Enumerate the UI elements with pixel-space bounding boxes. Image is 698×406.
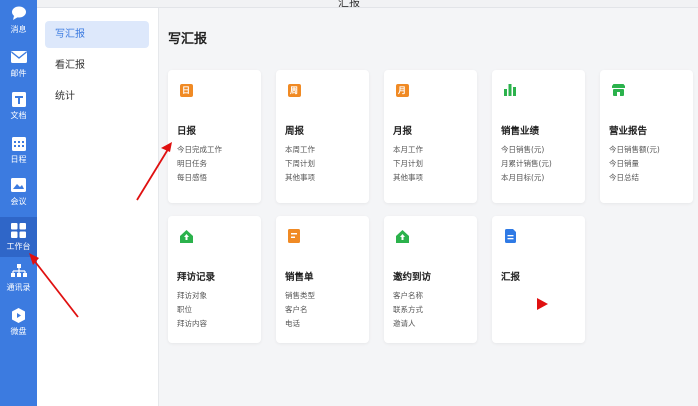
rail-item-label: 微盘 [10, 327, 27, 336]
house-visit-icon [179, 229, 193, 243]
card-field: 今日销售(元) [501, 145, 545, 154]
window-title: 汇报 [338, 0, 360, 8]
sales-form-icon [287, 229, 301, 243]
report-card-sales-order[interactable]: 销售单 销售类型 客户名 电话 [276, 216, 369, 343]
rail-item-label: 会议 [10, 197, 27, 206]
rail-item-workbench[interactable]: 工作台 [0, 217, 37, 257]
card-field: 销售类型 [285, 291, 315, 300]
card-field: 电话 [285, 319, 300, 328]
card-field: 今日总结 [609, 173, 639, 182]
card-field: 拜访内容 [177, 319, 207, 328]
rail-item-messages[interactable]: 消息 [0, 0, 37, 40]
rail-item-label: 邮件 [10, 69, 27, 78]
report-card-monthly[interactable]: 月 月报 本月工作 下月计划 其他事项 [384, 70, 477, 203]
card-field: 每日感悟 [177, 173, 207, 182]
calendar-icon [11, 135, 27, 151]
chat-icon [11, 5, 27, 21]
card-field: 月累计销售(元) [501, 159, 552, 168]
card-field: 今日完成工作 [177, 145, 222, 154]
rail-item-drive[interactable]: 微盘 [0, 302, 37, 342]
card-field: 本月目标(元) [501, 173, 545, 182]
card-field: 拜访对象 [177, 291, 207, 300]
subnav-item-view-report[interactable]: 看汇报 [45, 52, 149, 79]
rail-item-label: 消息 [10, 25, 27, 34]
card-field: 其他事项 [285, 173, 315, 182]
card-field: 职位 [177, 305, 192, 314]
card-title: 周报 [285, 126, 305, 137]
left-rail: 消息 邮件 文档 日程 会议 工作台 通讯录 微盘 [0, 0, 37, 406]
report-card-weekly[interactable]: 周 周报 本周工作 下周计划 其他事项 [276, 70, 369, 203]
rail-item-label: 日程 [10, 155, 27, 164]
rail-item-label: 通讯录 [6, 283, 31, 292]
bar-chart-icon [503, 83, 517, 97]
card-field: 邀请人 [393, 319, 416, 328]
daily-tag-icon: 日 [179, 83, 193, 97]
drive-icon [11, 307, 27, 323]
card-field: 今日销量 [609, 159, 639, 168]
main-content: 写汇报 日 日报 今日完成工作 明日任务 每日感悟 周 周报 本周工作 下周计划… [160, 8, 698, 406]
document-icon [11, 91, 27, 107]
rail-item-label: 工作台 [6, 242, 31, 251]
report-card-report[interactable]: 汇报 [492, 216, 585, 343]
card-title: 营业报告 [609, 126, 648, 137]
monthly-tag-icon: 月 [395, 83, 409, 97]
title-bar: 汇报 [0, 0, 698, 8]
card-title: 汇报 [501, 272, 521, 283]
card-title: 邀约到访 [393, 272, 432, 283]
rail-item-contacts[interactable]: 通讯录 [0, 258, 37, 298]
subnav-item-write-report[interactable]: 写汇报 [45, 21, 149, 48]
report-card-visit-record[interactable]: 拜访记录 拜访对象 职位 拜访内容 [168, 216, 261, 343]
play-marker-icon [537, 298, 548, 310]
card-title: 拜访记录 [177, 272, 216, 283]
card-title: 月报 [393, 126, 413, 137]
card-title: 日报 [177, 126, 197, 137]
card-field: 下月计划 [393, 159, 423, 168]
card-field: 其他事项 [393, 173, 423, 182]
report-subnav: 写汇报 看汇报 统计 [37, 8, 159, 406]
house-invite-icon [395, 229, 409, 243]
report-card-sales-performance[interactable]: 销售业绩 今日销售(元) 月累计销售(元) 本月目标(元) [492, 70, 585, 203]
rail-item-meetings[interactable]: 会议 [0, 172, 37, 212]
report-card-daily[interactable]: 日 日报 今日完成工作 明日任务 每日感悟 [168, 70, 261, 203]
store-icon [611, 83, 625, 97]
card-title: 销售业绩 [501, 126, 540, 137]
rail-item-mail[interactable]: 邮件 [0, 44, 37, 84]
card-field: 本月工作 [393, 145, 423, 154]
report-doc-icon [503, 229, 517, 243]
rail-item-label: 文档 [10, 111, 27, 120]
card-field: 客户名称 [393, 291, 423, 300]
weekly-tag-icon: 周 [287, 83, 301, 97]
meeting-icon [11, 177, 27, 193]
card-field: 下周计划 [285, 159, 315, 168]
mail-icon [10, 49, 27, 65]
card-field: 联系方式 [393, 305, 423, 314]
rail-item-calendar[interactable]: 日程 [0, 130, 37, 170]
page-title: 写汇报 [168, 32, 208, 47]
report-card-business-report[interactable]: 营业报告 今日销售额(元) 今日销量 今日总结 [600, 70, 693, 203]
report-card-invitation-visit[interactable]: 邀约到访 客户名称 联系方式 邀请人 [384, 216, 477, 343]
card-field: 客户名 [285, 305, 308, 314]
app-window: 汇报 消息 邮件 文档 日程 会议 工作台 通讯录 微盘 写汇报 看汇报 统计 … [0, 0, 698, 406]
card-field: 本周工作 [285, 145, 315, 154]
subnav-item-statistics[interactable]: 统计 [45, 83, 149, 110]
card-field: 明日任务 [177, 159, 207, 168]
card-field: 今日销售额(元) [609, 145, 660, 154]
card-title: 销售单 [285, 272, 314, 283]
org-chart-icon [10, 263, 27, 279]
rail-item-docs[interactable]: 文档 [0, 86, 37, 126]
grid-icon [11, 222, 27, 238]
